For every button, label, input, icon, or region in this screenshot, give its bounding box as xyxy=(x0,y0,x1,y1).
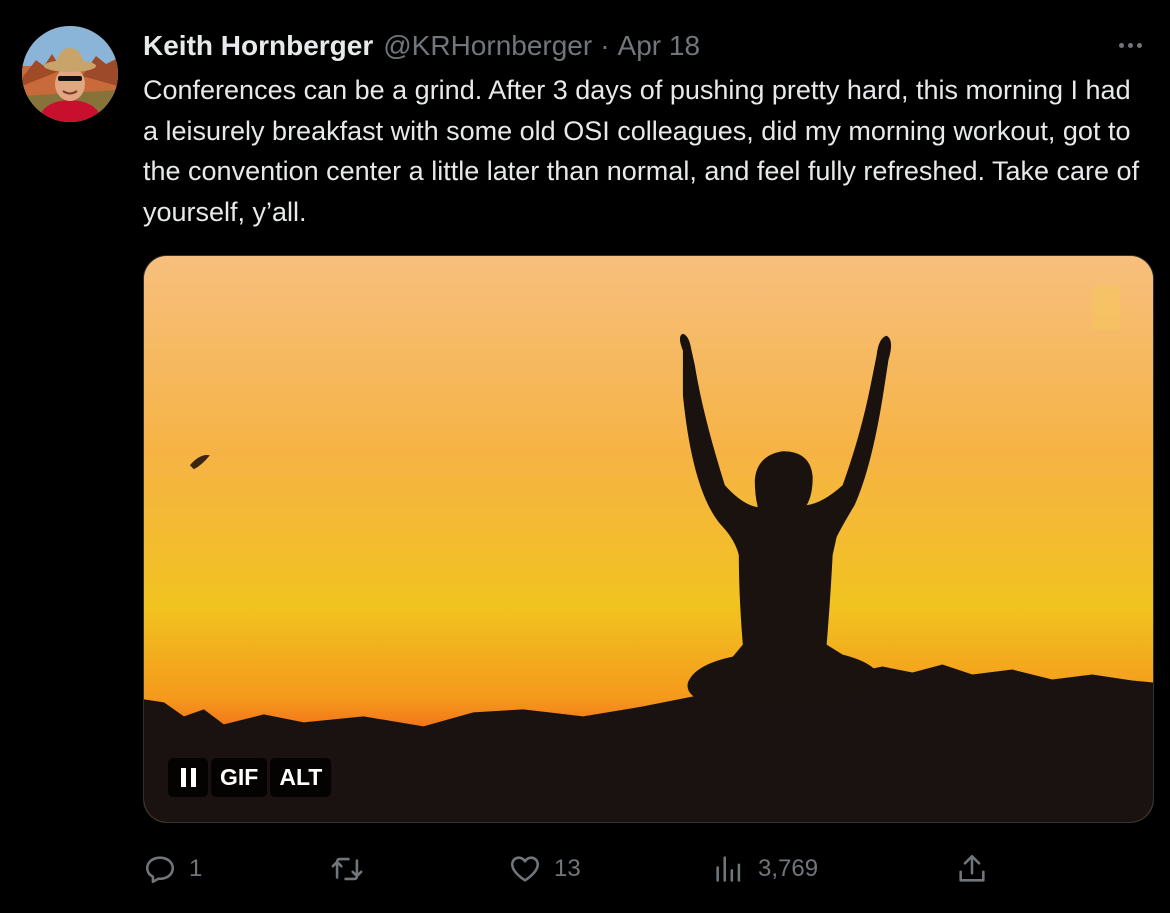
share-button[interactable] xyxy=(955,844,1001,894)
sunset-silhouette-image xyxy=(144,256,1153,822)
author-handle[interactable]: @KRHornberger xyxy=(383,30,592,62)
gif-badge: GIF xyxy=(211,758,268,797)
alt-badge[interactable]: ALT xyxy=(270,758,332,797)
reply-button[interactable]: 1 xyxy=(143,844,202,894)
media-badges: GIF ALT xyxy=(168,758,332,797)
tweet-actions: 1 13 3,769 xyxy=(0,844,1170,894)
tweet-media-gif[interactable] xyxy=(143,255,1154,823)
more-horizontal-icon[interactable] xyxy=(1112,32,1148,58)
views-button[interactable]: 3,769 xyxy=(712,844,818,894)
avatar[interactable] xyxy=(22,26,118,122)
like-button[interactable]: 13 xyxy=(508,844,581,894)
pause-icon xyxy=(180,768,196,787)
retweet-button[interactable] xyxy=(330,844,376,894)
tweet-text: Conferences can be a grind. After 3 days… xyxy=(143,75,1140,227)
tweet: Keith Hornberger @KRHornberger · Apr 18 … xyxy=(0,0,1170,913)
heart-icon xyxy=(510,856,540,882)
author-name[interactable]: Keith Hornberger xyxy=(143,30,373,62)
reply-icon xyxy=(145,856,175,884)
share-icon xyxy=(959,854,985,882)
views-count: 3,769 xyxy=(758,855,819,882)
views-chart-icon xyxy=(716,856,741,882)
header-separator: · xyxy=(600,30,610,61)
tweet-date[interactable]: Apr 18 xyxy=(618,30,701,62)
retweet-icon xyxy=(331,857,363,881)
like-count: 13 xyxy=(554,855,581,882)
reply-count: 1 xyxy=(189,855,203,882)
tweet-header: Keith Hornberger @KRHornberger · Apr 18 xyxy=(143,28,700,64)
pause-button[interactable] xyxy=(168,758,208,797)
